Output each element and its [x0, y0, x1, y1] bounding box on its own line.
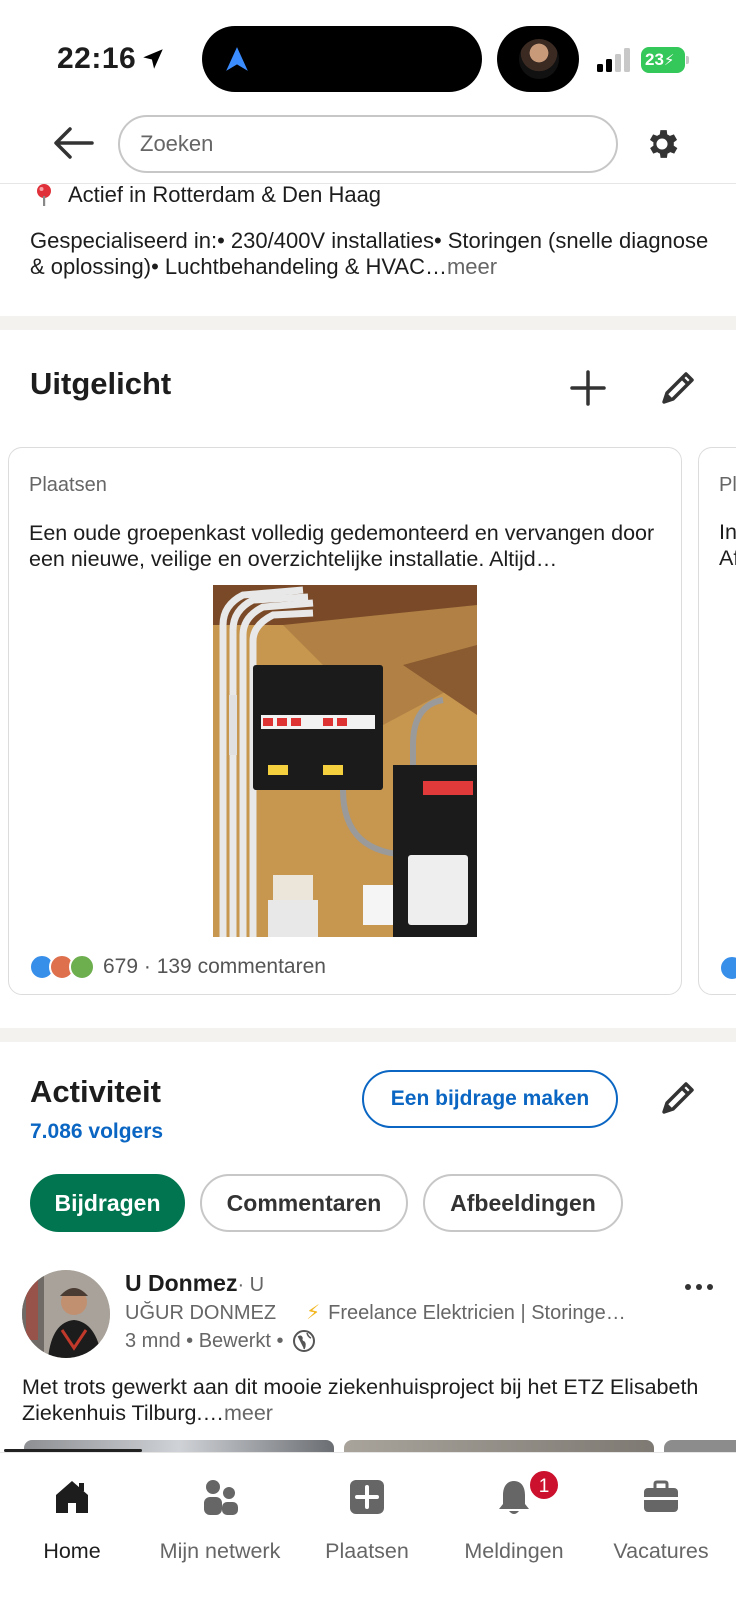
nav-my-network[interactable]: Mijn netwerk [150, 1453, 290, 1573]
activity-title: Activiteit [30, 1074, 161, 1109]
connection-degree: · U [237, 1274, 265, 1296]
about-text[interactable]: Gespecialiseerd in:• 230/400V installati… [30, 228, 710, 280]
card-reactions[interactable]: 679 · 139 commentaren [29, 954, 326, 980]
electrical-panel-photo[interactable] [213, 585, 477, 937]
live-activity-pill [497, 26, 579, 92]
add-post-icon [350, 1480, 384, 1514]
location-line: Actief in Rotterdam & Den Haag [30, 180, 710, 210]
section-divider [0, 316, 736, 330]
tab-comments[interactable]: Commentaren [200, 1174, 408, 1232]
post-timestamp: 3 mnd • Bewerkt • [125, 1329, 316, 1353]
nav-notifications[interactable]: 1 Meldingen [444, 1453, 584, 1573]
nav-post[interactable]: Plaatsen [297, 1453, 437, 1573]
briefcase-icon [644, 1480, 678, 1512]
support-reaction-icon [69, 954, 95, 980]
back-arrow-icon[interactable] [52, 125, 94, 161]
author-avatar[interactable] [22, 1270, 110, 1358]
featured-post-card[interactable]: Plaatsen Een oude groepenkast volledig g… [8, 447, 682, 995]
bottom-navigation: Home Mijn netwerk Plaatsen 1 Meldingen V… [0, 1452, 736, 1600]
cellular-signal-icon [597, 48, 630, 72]
location-pin-icon [37, 184, 51, 206]
location-arrow-icon [143, 49, 163, 69]
location-text: Actief in Rotterdam & Den Haag [68, 182, 382, 207]
live-activity-avatar [519, 39, 559, 79]
about-more-link[interactable]: meer [447, 254, 497, 279]
notification-badge: 1 [528, 1469, 560, 1501]
more-options-icon[interactable] [684, 1280, 714, 1294]
lightning-icon: ⚡ [306, 1302, 321, 1324]
post-text[interactable]: Met trots gewerkt aan dit mooie ziekenhu… [22, 1374, 702, 1426]
featured-post-card-2[interactable]: Pl In Af [698, 447, 736, 995]
top-bar: Zoeken [0, 110, 736, 184]
home-icon [56, 1481, 88, 1513]
section-divider [0, 1028, 736, 1042]
tab-images[interactable]: Afbeeldingen [423, 1174, 623, 1232]
battery-level: 23 [645, 50, 664, 69]
add-featured-icon[interactable] [570, 370, 606, 406]
globe-icon [292, 1330, 315, 1352]
post-more-link[interactable]: meer [224, 1401, 273, 1425]
tab-posts[interactable]: Bijdragen [30, 1174, 185, 1232]
nav-jobs[interactable]: Vacatures [591, 1453, 731, 1573]
clock: 22:16 [57, 42, 137, 75]
card-type-label: Plaatsen [29, 474, 107, 496]
author-name[interactable]: U Donmez· U [125, 1270, 264, 1297]
featured-title: Uitgelicht [30, 366, 172, 401]
like-reaction-icon [719, 955, 736, 981]
my-network-icon [204, 1480, 238, 1515]
dynamic-island [202, 26, 482, 92]
create-post-button[interactable]: Een bijdrage maken [362, 1070, 618, 1128]
gear-icon[interactable] [643, 125, 681, 163]
edit-activity-pencil-icon[interactable] [658, 1078, 698, 1118]
nav-home[interactable]: Home [2, 1453, 142, 1573]
status-bar: 22:16 23⚡ [0, 0, 736, 110]
card-text: Een oude groepenkast volledig gedemontee… [29, 521, 655, 571]
followers-count[interactable]: 7.086 volgers [30, 1120, 163, 1144]
about-section: Actief in Rotterdam & Den Haag Gespecial… [30, 180, 710, 280]
navigation-app-icon [226, 47, 248, 71]
reaction-count: 679 · 139 commentaren [103, 955, 326, 978]
search-input[interactable]: Zoeken [118, 115, 618, 173]
battery-icon: 23⚡ [641, 47, 689, 73]
author-headline: UĞUR DONMEZ ⚡ Freelance Elektricien | Stor… [125, 1302, 626, 1324]
edit-featured-pencil-icon[interactable] [658, 368, 698, 408]
